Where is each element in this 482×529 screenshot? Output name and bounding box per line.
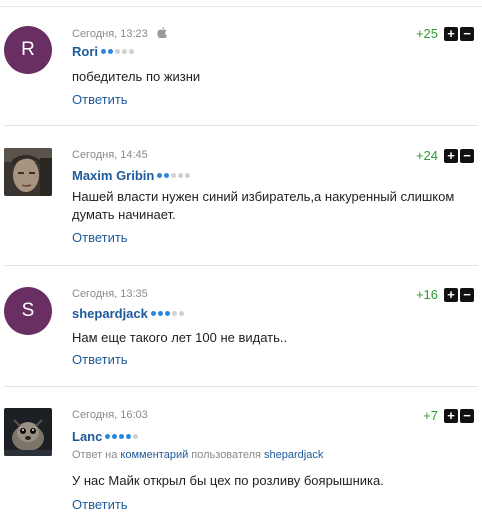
comment-text: Нашей власти нужен синий избиратель,а на…: [72, 189, 455, 222]
vote-score: +16: [415, 287, 438, 302]
reply-button[interactable]: Ответить: [72, 497, 128, 512]
downvote-button[interactable]: −: [460, 148, 474, 163]
comment-divider: [4, 125, 478, 126]
upvote-button[interactable]: +: [444, 148, 458, 163]
comment-item: Сегодня, 16:03 Lanc +7 + − Ответ на комм…: [0, 403, 482, 529]
author-name[interactable]: Maxim Gribin: [72, 168, 154, 183]
reply-parent-user-link[interactable]: shepardjack: [264, 449, 323, 461]
rating-dots: [101, 49, 136, 54]
comment-meta: Сегодня, 13:35: [72, 288, 148, 300]
author-row: Rori: [72, 44, 136, 59]
reply-button[interactable]: Ответить: [72, 230, 128, 245]
vote-score: +25: [415, 26, 438, 41]
avatar[interactable]: S: [4, 287, 52, 335]
upvote-button[interactable]: +: [444, 408, 458, 423]
comment-text: Нам еще такого лет 100 не видать..: [72, 330, 288, 345]
avatar-photo: [4, 148, 52, 196]
vote-controls: +16 + −: [416, 287, 474, 302]
comment-timestamp: Сегодня, 16:03: [72, 409, 148, 421]
rating-dots: [157, 173, 192, 178]
reply-note-prefix: Ответ на: [72, 449, 121, 461]
comment-text: победитель по жизни: [72, 69, 201, 84]
comment-timestamp: Сегодня, 13:35: [72, 288, 148, 300]
avatar[interactable]: [4, 408, 52, 456]
top-divider: [0, 0, 482, 7]
comment-meta: Сегодня, 14:45: [72, 149, 148, 161]
downvote-button[interactable]: −: [460, 408, 474, 423]
author-row: Maxim Gribin: [72, 168, 192, 183]
vote-score: +24: [415, 148, 438, 163]
comment-item: S Сегодня, 13:35 shepardjack +16 + − Нам…: [0, 283, 482, 383]
comment-divider: [4, 265, 478, 266]
avatar[interactable]: [4, 148, 52, 196]
vote-score: +7: [423, 408, 438, 423]
downvote-button[interactable]: −: [460, 26, 474, 41]
reply-note-middle: пользователя: [188, 449, 265, 461]
comment-meta: Сегодня, 16:03: [72, 409, 148, 421]
rating-dots: [150, 311, 186, 316]
apple-icon: [157, 27, 167, 38]
vote-controls: +7 + −: [423, 408, 474, 423]
comment-text: У нас Майк открыл бы цех по розливу бояр…: [72, 473, 384, 488]
comment-divider: [4, 386, 478, 387]
author-row: Lanc: [72, 429, 140, 444]
avatar[interactable]: R: [4, 26, 52, 74]
comment-meta: Сегодня, 13:23: [72, 27, 167, 40]
rating-dots: [105, 434, 140, 439]
comment-item: Сегодня, 14:45 Maxim Gribin +24 + − Наше…: [0, 143, 482, 258]
comment-timestamp: Сегодня, 14:45: [72, 149, 148, 161]
avatar-photo: [4, 408, 52, 456]
reply-button[interactable]: Ответить: [72, 92, 128, 107]
author-name[interactable]: shepardjack: [72, 306, 148, 321]
upvote-button[interactable]: +: [444, 287, 458, 302]
reply-parent-link[interactable]: комментарий: [120, 449, 188, 461]
downvote-button[interactable]: −: [460, 287, 474, 302]
upvote-button[interactable]: +: [444, 26, 458, 41]
comment-item: R Сегодня, 13:23 Rori +25 + − победитель…: [0, 22, 482, 122]
reply-button[interactable]: Ответить: [72, 352, 128, 367]
author-row: shepardjack: [72, 306, 186, 321]
vote-controls: +25 + −: [416, 26, 474, 41]
comment-timestamp: Сегодня, 13:23: [72, 28, 148, 40]
author-name[interactable]: Rori: [72, 44, 98, 59]
vote-controls: +24 + −: [416, 148, 474, 163]
author-name[interactable]: Lanc: [72, 429, 102, 444]
reply-context: Ответ на комментарий пользователя shepar…: [72, 449, 323, 461]
